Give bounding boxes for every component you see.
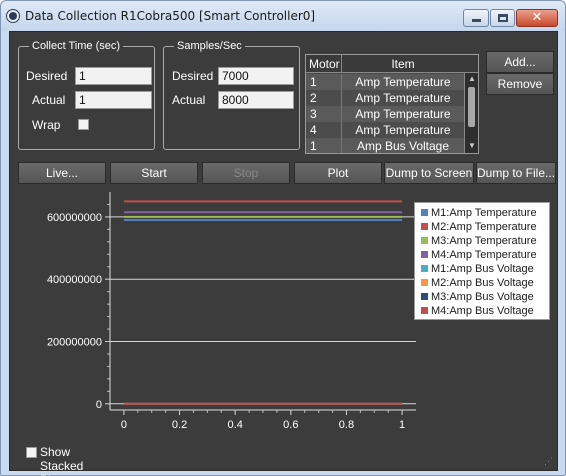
scroll-down-icon[interactable]: ▼	[467, 141, 477, 151]
scroll-up-icon[interactable]: ▲	[467, 74, 477, 84]
y-tick-label: 200000000	[47, 336, 102, 348]
grid-scrollbar[interactable]: ▲ ▼	[464, 73, 478, 153]
legend-swatch	[421, 279, 428, 286]
collect-actual-label: Actual	[32, 93, 66, 107]
scroll-thumb[interactable]	[468, 87, 475, 127]
y-tick-label: 0	[96, 399, 102, 411]
grid-cell-motor: 4	[306, 122, 342, 138]
grid-cell-item: Amp Temperature	[355, 123, 451, 137]
legend-entry: M2:Amp Temperature	[421, 221, 537, 234]
grid-header-item[interactable]: Item	[342, 55, 464, 73]
remove-button[interactable]: Remove	[486, 73, 554, 95]
x-tick-label: 0.4	[228, 419, 243, 431]
x-tick-label: 0.2	[172, 419, 187, 431]
grid-cell-item: Amp Temperature	[355, 107, 451, 121]
grid-row[interactable]: 1 Amp Bus Voltage	[306, 138, 464, 153]
legend-label: M2:Amp Temperature	[431, 221, 537, 233]
legend-entry: M2:Amp Bus Voltage	[421, 277, 534, 290]
y-tick-label: 600000000	[47, 212, 102, 224]
minimize-icon	[472, 19, 481, 22]
y-tick-label: 400000000	[47, 274, 102, 286]
legend-swatch	[421, 223, 428, 230]
legend-swatch	[421, 307, 428, 314]
items-grid[interactable]: Motor Item 1 Amp Temperature 2 Amp Tempe…	[305, 54, 479, 154]
title-bar[interactable]: Data Collection R1Cobra500 [Smart Contro…	[1, 1, 565, 31]
legend-label: M1:Amp Bus Voltage	[431, 263, 534, 275]
legend-label: M4:Amp Temperature	[431, 249, 537, 261]
grid-row[interactable]: 4 Amp Temperature	[306, 122, 464, 138]
legend-entry: M3:Amp Temperature	[421, 235, 537, 248]
grid-row[interactable]: 1 Amp Temperature	[306, 74, 464, 90]
show-stacked-plots-checkbox[interactable]	[26, 447, 37, 458]
collect-desired-label: Desired	[26, 69, 68, 83]
samples-actual-label: Actual	[172, 93, 206, 107]
samples-desired-input[interactable]: 7000	[218, 67, 294, 85]
grid-row[interactable]: 2 Amp Temperature	[306, 90, 464, 106]
x-tick-label: 1	[399, 419, 405, 431]
grid-cell-motor: 1	[306, 138, 342, 153]
grid-header-motor[interactable]: Motor	[306, 55, 342, 73]
show-stacked-plots-label: Show Stacked Plots	[40, 445, 84, 476]
legend-swatch	[421, 251, 428, 258]
window-title: Data Collection R1Cobra500 [Smart Contro…	[25, 9, 316, 23]
legend-entry: M1:Amp Bus Voltage	[421, 263, 534, 276]
grid-cell-motor: 3	[306, 106, 342, 122]
collect-desired-input[interactable]: 1	[75, 67, 152, 85]
legend-label: M2:Amp Bus Voltage	[431, 277, 534, 289]
start-button[interactable]: Start	[110, 162, 198, 184]
live-button[interactable]: Live...	[18, 162, 106, 184]
legend-label: M4:Amp Bus Voltage	[431, 305, 534, 317]
grid-header: Motor Item	[306, 55, 478, 73]
grid-cell-motor: 2	[306, 90, 342, 106]
legend-entry: M3:Amp Bus Voltage	[421, 291, 534, 304]
legend-swatch	[421, 293, 428, 300]
plot-legend: M1:Amp Temperature M2:Amp Temperature M3:A…	[414, 202, 550, 320]
wrap-checkbox[interactable]	[78, 119, 89, 130]
grid-cell-motor: 1	[306, 74, 342, 90]
maximize-icon	[498, 14, 508, 22]
plot-area[interactable]: 0 200000000 400000000 600000000 0 0.2 0.4 0.6 0.…	[18, 188, 553, 444]
resize-grip-icon[interactable]: ⋰	[544, 457, 554, 467]
client-area: Collect Time (sec) Desired 1 Actual 1 Wr…	[9, 31, 558, 476]
maximize-button[interactable]	[490, 9, 515, 27]
minimize-button[interactable]	[463, 9, 489, 27]
legend-entry: M4:Amp Bus Voltage	[421, 305, 534, 318]
data-collection-window: Data Collection R1Cobra500 [Smart Contro…	[0, 0, 566, 476]
collect-time-legend: Collect Time (sec)	[32, 40, 121, 52]
samples-actual-input[interactable]: 8000	[218, 91, 294, 109]
collect-actual-input[interactable]: 1	[75, 91, 152, 109]
legend-swatch	[421, 209, 428, 216]
app-icon	[7, 10, 19, 22]
x-tick-label: 0	[121, 419, 127, 431]
close-icon: ✕	[531, 10, 543, 25]
wrap-label: Wrap	[32, 118, 61, 132]
dump-to-file-button[interactable]: Dump to File...	[476, 162, 556, 184]
legend-label: M3:Amp Temperature	[431, 235, 537, 247]
legend-swatch	[421, 265, 428, 272]
x-tick-label: 0.8	[339, 419, 354, 431]
samples-legend: Samples/Sec	[177, 40, 242, 52]
dump-to-screen-button[interactable]: Dump to Screen	[384, 162, 474, 184]
legend-swatch	[421, 237, 428, 244]
grid-cell-item: Amp Temperature	[355, 75, 451, 89]
add-button[interactable]: Add...	[486, 51, 554, 73]
legend-label: M3:Amp Bus Voltage	[431, 291, 534, 303]
x-tick-label: 0.6	[283, 419, 298, 431]
grid-row[interactable]: 3 Amp Temperature	[306, 106, 464, 122]
legend-label: M1:Amp Temperature	[431, 207, 537, 219]
grid-cell-item: Amp Temperature	[355, 91, 451, 105]
samples-desired-label: Desired	[172, 69, 214, 83]
plot-button[interactable]: Plot	[294, 162, 382, 184]
grid-cell-item: Amp Bus Voltage	[356, 139, 450, 153]
legend-entry: M4:Amp Temperature	[421, 249, 537, 262]
close-button[interactable]: ✕	[516, 9, 558, 27]
stop-button[interactable]: Stop	[202, 162, 290, 184]
legend-entry: M1:Amp Temperature	[421, 207, 537, 220]
